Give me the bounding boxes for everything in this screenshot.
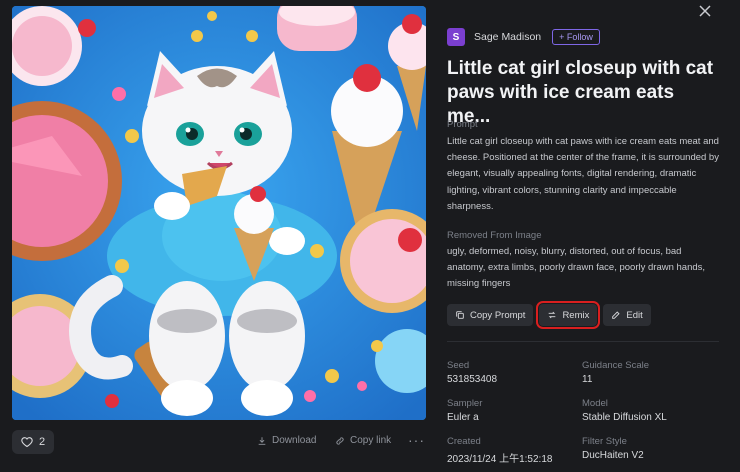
download-label: Download bbox=[272, 435, 317, 446]
guidance-scale-value: 11 bbox=[582, 374, 593, 385]
model-value: Stable Diffusion XL bbox=[582, 412, 667, 423]
seed-value: 531853408 bbox=[447, 374, 498, 385]
image-actions-bar: 2 Download Copy link ··· bbox=[12, 428, 426, 456]
like-button[interactable]: 2 bbox=[12, 430, 54, 454]
link-icon bbox=[336, 436, 344, 445]
copy-icon bbox=[456, 311, 464, 319]
filter-style-value: DucHaiten V2 bbox=[582, 450, 644, 461]
negative-prompt-label: Removed From Image bbox=[447, 230, 542, 241]
generated-image[interactable] bbox=[12, 6, 426, 420]
created-value: 2023/11/24 上午1:52:18 bbox=[447, 454, 553, 465]
guidance-scale-label: Guidance Scale bbox=[582, 360, 650, 371]
divider bbox=[447, 341, 719, 342]
remix-icon bbox=[549, 311, 556, 319]
heart-icon bbox=[21, 437, 33, 448]
download-icon bbox=[258, 436, 266, 445]
follow-button[interactable]: + Follow bbox=[552, 29, 600, 45]
author-name[interactable]: Sage Madison bbox=[474, 31, 541, 43]
sampler-label: Sampler bbox=[447, 398, 483, 409]
download-link[interactable]: Download bbox=[257, 435, 316, 446]
prompt-actions: Copy Prompt Remix Edit bbox=[447, 301, 651, 329]
image-detail-modal: 2 Download Copy link ··· S Sage Madison … bbox=[0, 0, 740, 472]
prompt-label: Prompt bbox=[447, 119, 478, 130]
author-row: S Sage Madison + Follow bbox=[447, 28, 600, 46]
sampler-value: Euler a bbox=[447, 412, 479, 423]
copy-link-label: Copy link bbox=[350, 435, 392, 446]
model-label: Model bbox=[582, 398, 608, 409]
remix-label: Remix bbox=[562, 309, 590, 321]
copy-link-button[interactable]: Copy link bbox=[335, 435, 391, 446]
avatar[interactable]: S bbox=[447, 28, 465, 46]
close-icon[interactable] bbox=[698, 4, 712, 18]
edit-label: Edit bbox=[626, 309, 643, 321]
generated-image-art bbox=[12, 6, 426, 420]
prompt-text: Little cat girl closeup with cat paws wi… bbox=[447, 136, 719, 212]
seed-label: Seed bbox=[447, 360, 470, 371]
remix-button[interactable]: Remix bbox=[536, 301, 601, 329]
like-count: 2 bbox=[38, 436, 46, 448]
copy-prompt-label: Copy Prompt bbox=[470, 309, 526, 321]
created-label: Created bbox=[447, 436, 481, 447]
more-options-button[interactable]: ··· bbox=[408, 432, 425, 448]
edit-icon bbox=[612, 311, 620, 319]
image-title: Little cat girl closeup with cat paws wi… bbox=[447, 58, 714, 127]
copy-prompt-button[interactable]: Copy Prompt bbox=[447, 304, 534, 326]
filter-style-label: Filter Style bbox=[582, 436, 627, 447]
negative-prompt-text: ugly, deformed, noisy, blurry, distorted… bbox=[447, 246, 706, 290]
edit-button[interactable]: Edit bbox=[603, 304, 651, 326]
